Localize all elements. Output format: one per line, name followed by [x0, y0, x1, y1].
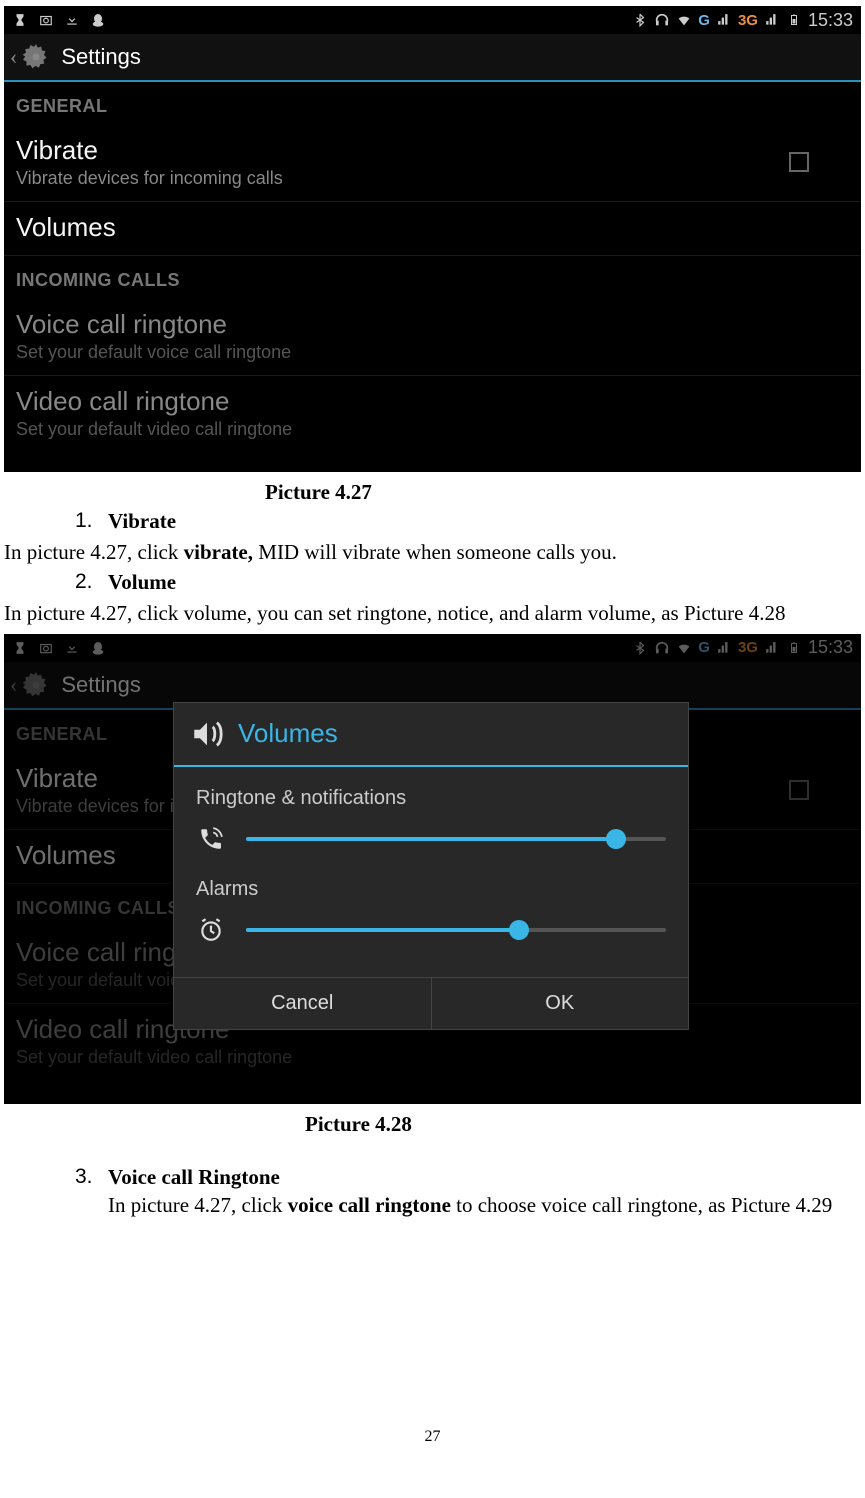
- setting-video-call-ringtone[interactable]: Video call ringtone Set your default vid…: [4, 376, 861, 452]
- signal-icon: [716, 12, 732, 28]
- clock-time: 15:33: [808, 10, 853, 31]
- alarms-slider[interactable]: [246, 928, 666, 932]
- ringtone-slider[interactable]: [246, 837, 666, 841]
- bluetooth-icon: [632, 12, 648, 28]
- phone-ringing-icon: [196, 824, 226, 854]
- setting-vibrate-title: Vibrate: [16, 135, 789, 166]
- hourglass-icon: [12, 12, 28, 28]
- body-text-volume: In picture 4.27, click volume, you can s…: [4, 599, 861, 627]
- list-label-volume: Volume: [108, 570, 176, 595]
- body-text-voice-ringtone: In picture 4.27, click voice call ringto…: [108, 1190, 861, 1222]
- headphones-icon: [654, 12, 670, 28]
- signal-icon-2: [764, 12, 780, 28]
- list-item-3: 3. Voice call Ringtone: [75, 1165, 865, 1190]
- app-header: ‹ Settings: [4, 34, 861, 82]
- list-label-voice-ringtone: Voice call Ringtone: [108, 1165, 280, 1190]
- volumes-dialog: Volumes Ringtone & notifications Alarms: [173, 702, 689, 1030]
- back-icon[interactable]: ‹: [10, 44, 17, 70]
- caption-picture-4-28: Picture 4.28: [305, 1112, 865, 1137]
- wifi-icon: [676, 12, 692, 28]
- header-title: Settings: [61, 44, 141, 70]
- body-text-vibrate: In picture 4.27, click vibrate, MID will…: [4, 538, 861, 566]
- setting-video-sub: Set your default video call ringtone: [16, 419, 849, 440]
- page-number: 27: [0, 1428, 865, 1446]
- setting-vibrate-sub: Vibrate devices for incoming calls: [16, 168, 789, 189]
- list-number: 1.: [75, 509, 108, 534]
- section-header-general: GENERAL: [4, 82, 861, 125]
- setting-voice-call-ringtone[interactable]: Voice call ringtone Set your default voi…: [4, 299, 861, 376]
- section-header-incoming: INCOMING CALLS: [4, 256, 861, 299]
- qq-icon: [90, 12, 106, 28]
- camera-icon: [38, 12, 54, 28]
- alarms-label: Alarms: [196, 878, 666, 901]
- status-bar: G 3G 15:33: [4, 6, 861, 34]
- setting-volumes[interactable]: Volumes: [4, 202, 861, 256]
- list-number: 3.: [75, 1165, 108, 1190]
- ok-button[interactable]: OK: [432, 978, 689, 1029]
- list-item-2: 2. Volume: [75, 570, 865, 595]
- download-icon: [64, 12, 80, 28]
- setting-vibrate[interactable]: Vibrate Vibrate devices for incoming cal…: [4, 125, 861, 202]
- dialog-title: Volumes: [238, 718, 338, 749]
- vibrate-checkbox[interactable]: [789, 152, 809, 172]
- ringtone-notifications-label: Ringtone & notifications: [196, 787, 666, 810]
- settings-icon: [21, 42, 51, 72]
- list-label-vibrate: Vibrate: [108, 509, 176, 534]
- setting-volumes-title: Volumes: [16, 212, 849, 243]
- setting-voice-title: Voice call ringtone: [16, 309, 849, 340]
- screenshot-picture-4-27: G 3G 15:33 ‹ Settings GENE: [4, 6, 861, 472]
- dialog-header: Volumes: [174, 703, 688, 767]
- alarm-icon: [196, 915, 226, 945]
- speaker-icon: [190, 717, 224, 751]
- list-number: 2.: [75, 570, 108, 595]
- cancel-button[interactable]: Cancel: [174, 978, 432, 1029]
- battery-icon: [786, 12, 802, 28]
- list-item-1: 1. Vibrate: [75, 509, 865, 534]
- g-network-label: G: [698, 12, 710, 29]
- caption-picture-4-27: Picture 4.27: [265, 480, 865, 505]
- screenshot-picture-4-28: G 3G 15:33 ‹ Settings GENERAL Vibrate Vi…: [4, 634, 861, 1104]
- setting-video-title: Video call ringtone: [16, 386, 849, 417]
- setting-voice-sub: Set your default voice call ringtone: [16, 342, 849, 363]
- 3g-network-label: 3G: [738, 12, 758, 29]
